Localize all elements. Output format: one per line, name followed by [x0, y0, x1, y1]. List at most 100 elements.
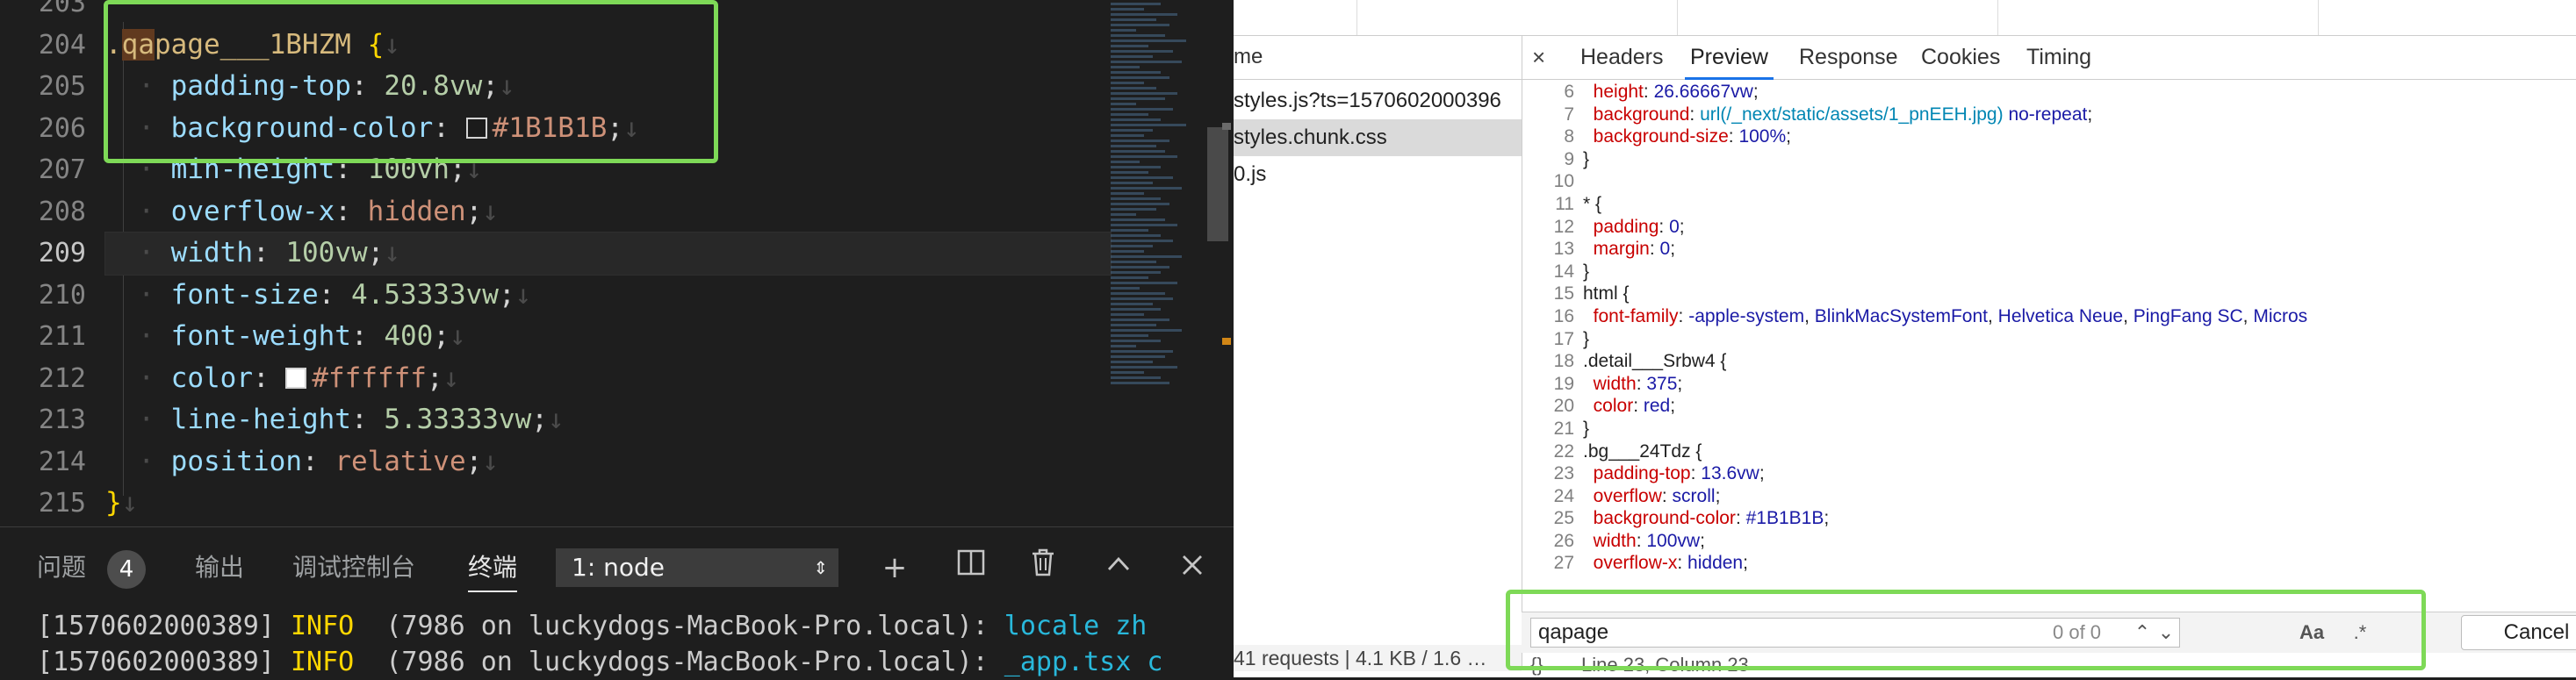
source-line: 17} — [1553, 328, 1590, 349]
log-level: INFO — [290, 611, 355, 641]
minimap-line — [1111, 118, 1161, 121]
tab-timing[interactable]: Timing — [2026, 35, 2091, 79]
css-preview-source[interactable]: 6 height: 26.66667vw; 7 background: url(… — [1522, 81, 2576, 612]
tab-debug-console[interactable]: 调试控制台 — [292, 543, 415, 592]
minimap-line — [1111, 218, 1165, 221]
minimap-line — [1111, 8, 1144, 11]
close-icon[interactable] — [1171, 547, 1213, 589]
grid-column — [1677, 0, 1678, 35]
line-number: 203 — [38, 0, 86, 18]
minimap-line — [1111, 103, 1136, 105]
newline-marker: ↓ — [121, 487, 139, 519]
chevron-up-icon[interactable] — [1097, 547, 1140, 589]
minimap-line — [1111, 39, 1186, 42]
line-number: 209 — [38, 238, 86, 268]
source-line: 21} — [1553, 418, 1590, 439]
minimap-line — [1111, 66, 1140, 68]
minimap-line — [1111, 224, 1177, 226]
tab-response[interactable]: Response — [1799, 35, 1898, 79]
tab-cookies[interactable]: Cookies — [1921, 35, 2000, 79]
source-line: 7 background: url(/_next/static/assets/1… — [1564, 104, 2093, 125]
terminal-output[interactable]: [1570602000389] INFO (7986 on luckydogs-… — [37, 608, 1162, 680]
request-row[interactable]: 0.js — [1234, 156, 1522, 193]
tab-terminal[interactable]: 终端 — [468, 543, 518, 592]
line-number: 211 — [38, 321, 86, 352]
minimap-line — [1111, 145, 1157, 147]
request-row-selected[interactable]: styles.chunk.css — [1234, 119, 1522, 156]
source-line: 25 background-color: #1B1B1B; — [1553, 508, 1830, 529]
source-line: 14} — [1553, 261, 1590, 282]
pretty-print-icon[interactable]: {} — [1530, 653, 1543, 677]
open-brace: { — [350, 28, 385, 61]
plus-icon[interactable]: + — [874, 547, 916, 589]
minimap-line — [1111, 208, 1157, 211]
css-property: width — [170, 237, 253, 268]
line-number: 204 — [38, 29, 86, 61]
regex-button[interactable]: .* — [2342, 618, 2378, 648]
color-swatch-icon[interactable] — [285, 367, 307, 389]
css-property: color — [170, 361, 253, 394]
terminal-select[interactable]: 1: node ⇕ — [556, 548, 838, 587]
close-detail-icon[interactable]: × — [1532, 35, 1545, 79]
css-property: font-weight — [170, 320, 351, 352]
minimap-line — [1111, 382, 1169, 384]
minimap-line — [1111, 366, 1177, 369]
minimap-line — [1111, 329, 1182, 332]
newline-marker: ↓ — [482, 195, 499, 227]
newline-marker: ↓ — [443, 361, 460, 394]
log-message: (7986 on luckydogs-MacBook-Pro.local): — [354, 611, 1004, 641]
whitespace-marker: · — [138, 404, 155, 435]
tab-output[interactable]: 输出 — [195, 543, 244, 592]
request-row[interactable]: styles.js?ts=1570602000396 — [1234, 82, 1522, 119]
source-line: 19 width: 375; — [1553, 373, 1683, 394]
minimap-line — [1111, 76, 1169, 79]
minimap-line — [1111, 361, 1153, 363]
code-area[interactable]: .qapage___1BHZM {↓ · padding-top: 20.8vw… — [104, 0, 1112, 525]
detail-tabs: × Headers Preview Response Cookies Timin… — [1522, 35, 2576, 80]
source-line: 10 — [1553, 171, 1574, 192]
minimap-line — [1111, 229, 1148, 232]
log-highlight: _app.tsx c — [1004, 647, 1163, 677]
code-line: .qapage___1BHZM {↓ — [105, 25, 1111, 67]
trash-icon[interactable] — [1022, 547, 1064, 589]
split-icon[interactable] — [950, 547, 992, 589]
minimap-line — [1111, 250, 1144, 253]
minimap-line — [1111, 182, 1153, 184]
minimap-line — [1111, 271, 1161, 274]
minimap-line — [1111, 213, 1136, 216]
tab-headers[interactable]: Headers — [1580, 35, 1664, 79]
overview-ruler-mark — [1222, 123, 1231, 130]
minimap-line — [1111, 313, 1144, 316]
panel-tabs: 问题 4 输出 调试控制台 终端 1: node ⇕ + — [0, 543, 1234, 592]
source-line: 9} — [1564, 148, 1590, 169]
editor-scrollbar[interactable] — [1207, 127, 1228, 241]
line-number: 205 — [38, 71, 86, 102]
color-swatch-icon[interactable] — [465, 117, 487, 139]
newline-marker: ↓ — [514, 278, 532, 311]
cursor-position: Line 23, Column 23 — [1581, 654, 1749, 676]
minimap-line — [1111, 292, 1165, 295]
find-next-icon[interactable]: ⌄ — [2155, 618, 2177, 648]
css-value: 400 — [384, 320, 434, 352]
tab-problems[interactable]: 问题 — [37, 543, 86, 592]
newline-marker: ↓ — [622, 111, 640, 144]
minimap[interactable] — [1111, 0, 1194, 526]
newline-marker: ↓ — [384, 28, 400, 61]
css-value: relative — [335, 445, 466, 477]
problems-count-badge: 4 — [107, 550, 146, 589]
css-value: hidden — [367, 195, 466, 227]
match-case-button[interactable]: Aa — [2294, 618, 2329, 648]
tab-preview[interactable]: Preview — [1685, 35, 1774, 80]
minimap-line — [1111, 87, 1157, 89]
request-list: me styles.js?ts=1570602000396 styles.chu… — [1234, 35, 1522, 667]
line-number: 210 — [38, 279, 86, 311]
log-timestamp: [1570602000389] — [37, 647, 291, 677]
find-prev-icon[interactable]: ⌃ — [2132, 618, 2153, 648]
minimap-line — [1111, 97, 1165, 100]
minimap-line — [1111, 324, 1157, 326]
name-column-header[interactable]: me — [1234, 35, 1522, 80]
minimap-line — [1111, 150, 1165, 153]
minimap-line — [1111, 197, 1161, 200]
grid-column — [1997, 0, 1998, 35]
cancel-button[interactable]: Cancel — [2461, 615, 2576, 650]
